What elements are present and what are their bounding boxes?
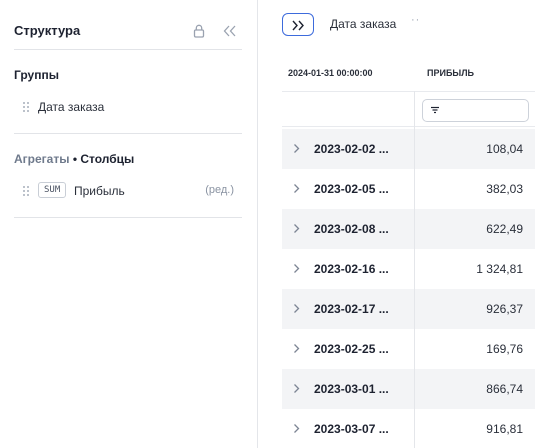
row-profit-cell[interactable]: 866,74 [415,369,535,409]
row-profit-cell[interactable]: 382,03 [415,169,535,209]
row-profit-cell[interactable]: 169,76 [415,329,535,369]
drag-handle-icon[interactable] [22,184,30,196]
row-group-cell[interactable]: 2023-02-25 ... [282,329,414,369]
row-group-cell[interactable]: 2023-02-05 ... [282,169,414,209]
row-profit-value: 622,49 [486,222,523,236]
row-group-cell[interactable]: 2023-02-16 ... [282,249,414,289]
row-group-cell[interactable]: 2023-02-08 ... [282,209,414,249]
table-row[interactable]: 2023-02-02 ... 108,04 [282,129,535,169]
filter-row [282,91,535,127]
structure-header: Структура [14,22,242,42]
lock-icon[interactable] [190,22,208,40]
profit-filter-input[interactable] [422,99,529,122]
table-row[interactable]: 2023-02-25 ... 169,76 [282,329,535,369]
table-row[interactable]: 2023-02-08 ... 622,49 [282,209,535,249]
row-group-cell[interactable]: 2023-02-17 ... [282,289,414,329]
row-group-cell[interactable]: 2023-03-01 ... [282,369,414,409]
groups-title: Группы [14,68,59,82]
drag-handle-icon[interactable] [22,100,30,112]
edit-aggregate-link[interactable]: (ред.) [205,184,234,196]
divider [14,49,242,50]
chevron-right-icon[interactable] [292,222,301,235]
structure-title: Структура [14,23,81,38]
group-field-label: Дата заказа [38,100,105,114]
row-profit-cell[interactable]: 622,49 [415,209,535,249]
row-date-label: 2023-02-05 ... [314,182,389,196]
chevron-right-icon[interactable] [292,302,301,315]
row-profit-value: 866,74 [486,382,523,396]
divider [14,217,242,218]
row-profit-value: 926,37 [486,302,523,316]
table-row[interactable]: 2023-03-01 ... 866,74 [282,369,535,409]
double-chevron-right-icon [292,20,304,31]
row-profit-cell[interactable]: 1 324,81 [415,249,535,289]
row-date-label: 2023-02-25 ... [314,342,389,356]
row-field-menu-icon[interactable]: ·· [411,14,420,26]
row-profit-cell[interactable]: 926,37 [415,289,535,329]
row-profit-cell[interactable]: 916,81 [415,409,535,448]
row-profit-value: 169,76 [486,342,523,356]
row-group-cell[interactable]: 2023-02-02 ... [282,129,414,169]
filter-icon [431,106,439,114]
pivot-grid: 2024-01-31 00:00:00 ПРИБЫЛЬ 2023-02-02 .… [282,57,535,448]
chevron-right-icon[interactable] [292,342,301,355]
aggregates-title: Агрегаты • Столбцы [14,152,135,166]
row-profit-value: 916,81 [486,422,523,436]
table-row[interactable]: 2023-02-16 ... 1 324,81 [282,249,535,289]
group-field-order-date[interactable]: Дата заказа [22,97,238,117]
table-row[interactable]: 2023-03-07 ... 916,81 [282,409,535,448]
chevron-right-icon[interactable] [292,182,301,195]
chevron-right-icon[interactable] [292,262,301,275]
table-row[interactable]: 2023-02-17 ... 926,37 [282,289,535,329]
row-field-chip[interactable]: Дата заказа [330,17,396,31]
chevron-right-icon[interactable] [292,422,301,435]
header-group-cell[interactable]: 2024-01-31 00:00:00 [288,68,373,78]
aggregate-field-label: Прибыль [74,184,125,198]
table-row[interactable]: 2023-02-05 ... 382,03 [282,169,535,209]
double-chevron-left-icon[interactable] [220,22,240,40]
row-date-label: 2023-02-08 ... [314,222,389,236]
chevron-right-icon[interactable] [292,142,301,155]
divider [14,133,242,134]
row-profit-value: 1 324,81 [476,262,523,276]
row-profit-value: 108,04 [486,142,523,156]
row-profit-cell[interactable]: 108,04 [415,129,535,169]
row-date-label: 2023-03-07 ... [314,422,389,436]
row-date-label: 2023-03-01 ... [314,382,389,396]
row-group-cell[interactable]: 2023-03-07 ... [282,409,414,448]
header-profit-cell[interactable]: ПРИБЫЛЬ [427,68,474,78]
chevron-right-icon[interactable] [292,382,301,395]
row-date-label: 2023-02-17 ... [314,302,389,316]
row-date-label: 2023-02-16 ... [314,262,389,276]
structure-panel: Структура Группы Дата заказа Агрегаты • … [0,0,258,448]
row-date-label: 2023-02-02 ... [314,142,389,156]
expand-panel-button[interactable] [282,13,314,36]
aggregate-function-badge[interactable]: SUM [38,182,67,198]
row-profit-value: 382,03 [486,182,523,196]
aggregate-field-profit[interactable]: SUM Прибыль (ред.) [22,181,238,201]
grid-header: 2024-01-31 00:00:00 ПРИБЫЛЬ [282,57,535,91]
